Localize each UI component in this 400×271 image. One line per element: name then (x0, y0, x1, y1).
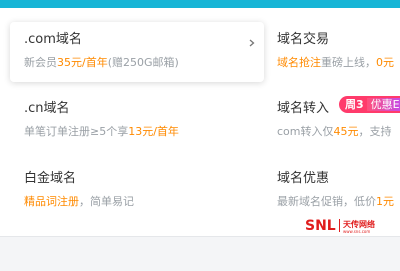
top-accent-bar (0, 0, 400, 8)
menu-item-cn[interactable]: .cn域名 单笔订单注册≥5个享13元/首年 (24, 97, 179, 139)
menu-item-discount[interactable]: 域名优惠 最新域名促销，低价1元 (277, 167, 394, 209)
menu-item-desc: 新会员35元/首年(赠250G邮箱) (24, 56, 179, 69)
menu-item-platinum[interactable]: 白金域名 精品词注册，简单易记 (24, 167, 134, 209)
menu-item-desc: 最新域名促销，低价1元 (277, 195, 394, 208)
menu-item-desc: 域名抢注重磅上线，0元 (277, 56, 394, 69)
watermark-url: www.sns.com (343, 229, 370, 234)
menu-item-title: 域名交易 (277, 32, 330, 47)
menu-item-com[interactable]: .com域名 新会员35元/首年(赠250G邮箱) (24, 28, 179, 70)
watermark-brand: SNL (305, 218, 336, 234)
menu-item-trade[interactable]: 域名交易 域名抢注重磅上线，0元 (277, 28, 394, 70)
badge-text: 优惠E (366, 98, 400, 111)
watermark-cn: 天传网络 (343, 219, 375, 229)
menu-item-desc: 单笔订单注册≥5个享13元/首年 (24, 125, 179, 138)
menu-item-desc: com转入仅45元，支持 (277, 125, 392, 138)
watermark-logo: SNL 天传网络 www.sns.com (305, 218, 375, 234)
badge-week: 周3 (345, 98, 364, 111)
menu-item-title: .com域名 (24, 32, 82, 47)
menu-item-title: 域名优惠 (277, 171, 330, 186)
chevron-right-icon (249, 39, 255, 47)
menu-item-desc: 精品词注册，简单易记 (24, 195, 134, 208)
menu-item-title: 白金域名 (24, 171, 77, 186)
menu-item-title: .cn域名 (24, 101, 70, 116)
footer-strip (0, 236, 400, 271)
promo-badge: 周3 优惠E (339, 96, 400, 113)
